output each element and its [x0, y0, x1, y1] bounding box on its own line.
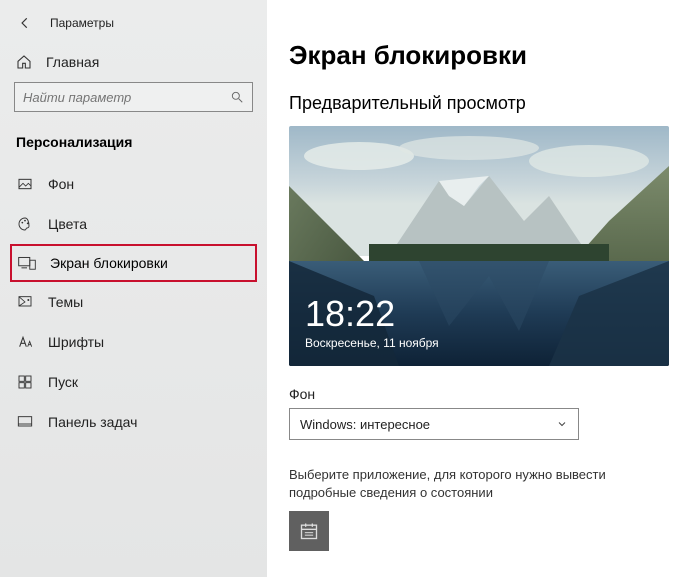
detailed-status-app-tile[interactable] — [289, 511, 329, 551]
fonts-icon — [16, 333, 34, 351]
section-label: Персонализация — [0, 130, 267, 164]
main-content: Экран блокировки Предварительный просмот… — [267, 0, 700, 577]
lockscreen-preview: 18:22 Воскресенье, 11 ноября — [289, 126, 669, 366]
settings-sidebar: Параметры Главная Персонализация — [0, 0, 267, 577]
background-value: Windows: интересное — [300, 417, 430, 432]
nav-label: Цвета — [48, 216, 87, 232]
palette-icon — [16, 215, 34, 233]
search-box[interactable] — [14, 82, 253, 112]
nav-item-themes[interactable]: Темы — [0, 282, 267, 322]
home-icon — [16, 54, 32, 70]
background-label: Фон — [289, 386, 680, 402]
window-title: Параметры — [50, 16, 114, 30]
app-status-description: Выберите приложение, для которого нужно … — [289, 466, 669, 501]
lockscreen-icon — [18, 255, 36, 271]
nav-item-background[interactable]: Фон — [0, 164, 267, 204]
nav-item-fonts[interactable]: Шрифты — [0, 322, 267, 362]
nav-label: Фон — [48, 176, 74, 192]
preview-date: Воскресенье, 11 ноября — [305, 336, 439, 350]
nav-item-taskbar[interactable]: Панель задач — [0, 402, 267, 442]
nav-item-lockscreen[interactable]: Экран блокировки — [0, 244, 267, 282]
page-title: Экран блокировки — [289, 40, 680, 71]
search-input[interactable] — [23, 90, 230, 105]
search-container — [0, 82, 267, 130]
back-button[interactable] — [16, 14, 34, 32]
preview-overlay: 18:22 Воскресенье, 11 ноября — [305, 296, 439, 350]
picture-icon — [16, 175, 34, 193]
home-link[interactable]: Главная — [0, 44, 267, 82]
nav-label: Панель задач — [48, 414, 137, 430]
taskbar-icon — [16, 413, 34, 431]
nav-label: Пуск — [48, 374, 78, 390]
nav-label: Шрифты — [48, 334, 104, 350]
titlebar: Параметры — [0, 8, 267, 44]
search-icon — [230, 90, 244, 104]
themes-icon — [16, 293, 34, 311]
start-icon — [16, 373, 34, 391]
arrow-left-icon — [18, 16, 32, 30]
preview-heading: Предварительный просмотр — [289, 93, 680, 114]
background-combo[interactable]: Windows: интересное — [289, 408, 579, 440]
nav-label: Экран блокировки — [50, 255, 168, 271]
nav-item-colors[interactable]: Цвета — [0, 204, 267, 244]
nav-list: Фон Цвета — [0, 164, 267, 442]
chevron-down-icon — [556, 418, 568, 430]
home-label: Главная — [46, 54, 99, 70]
preview-time: 18:22 — [305, 296, 439, 332]
calendar-icon — [299, 521, 319, 541]
nav-label: Темы — [48, 294, 83, 310]
nav-item-start[interactable]: Пуск — [0, 362, 267, 402]
